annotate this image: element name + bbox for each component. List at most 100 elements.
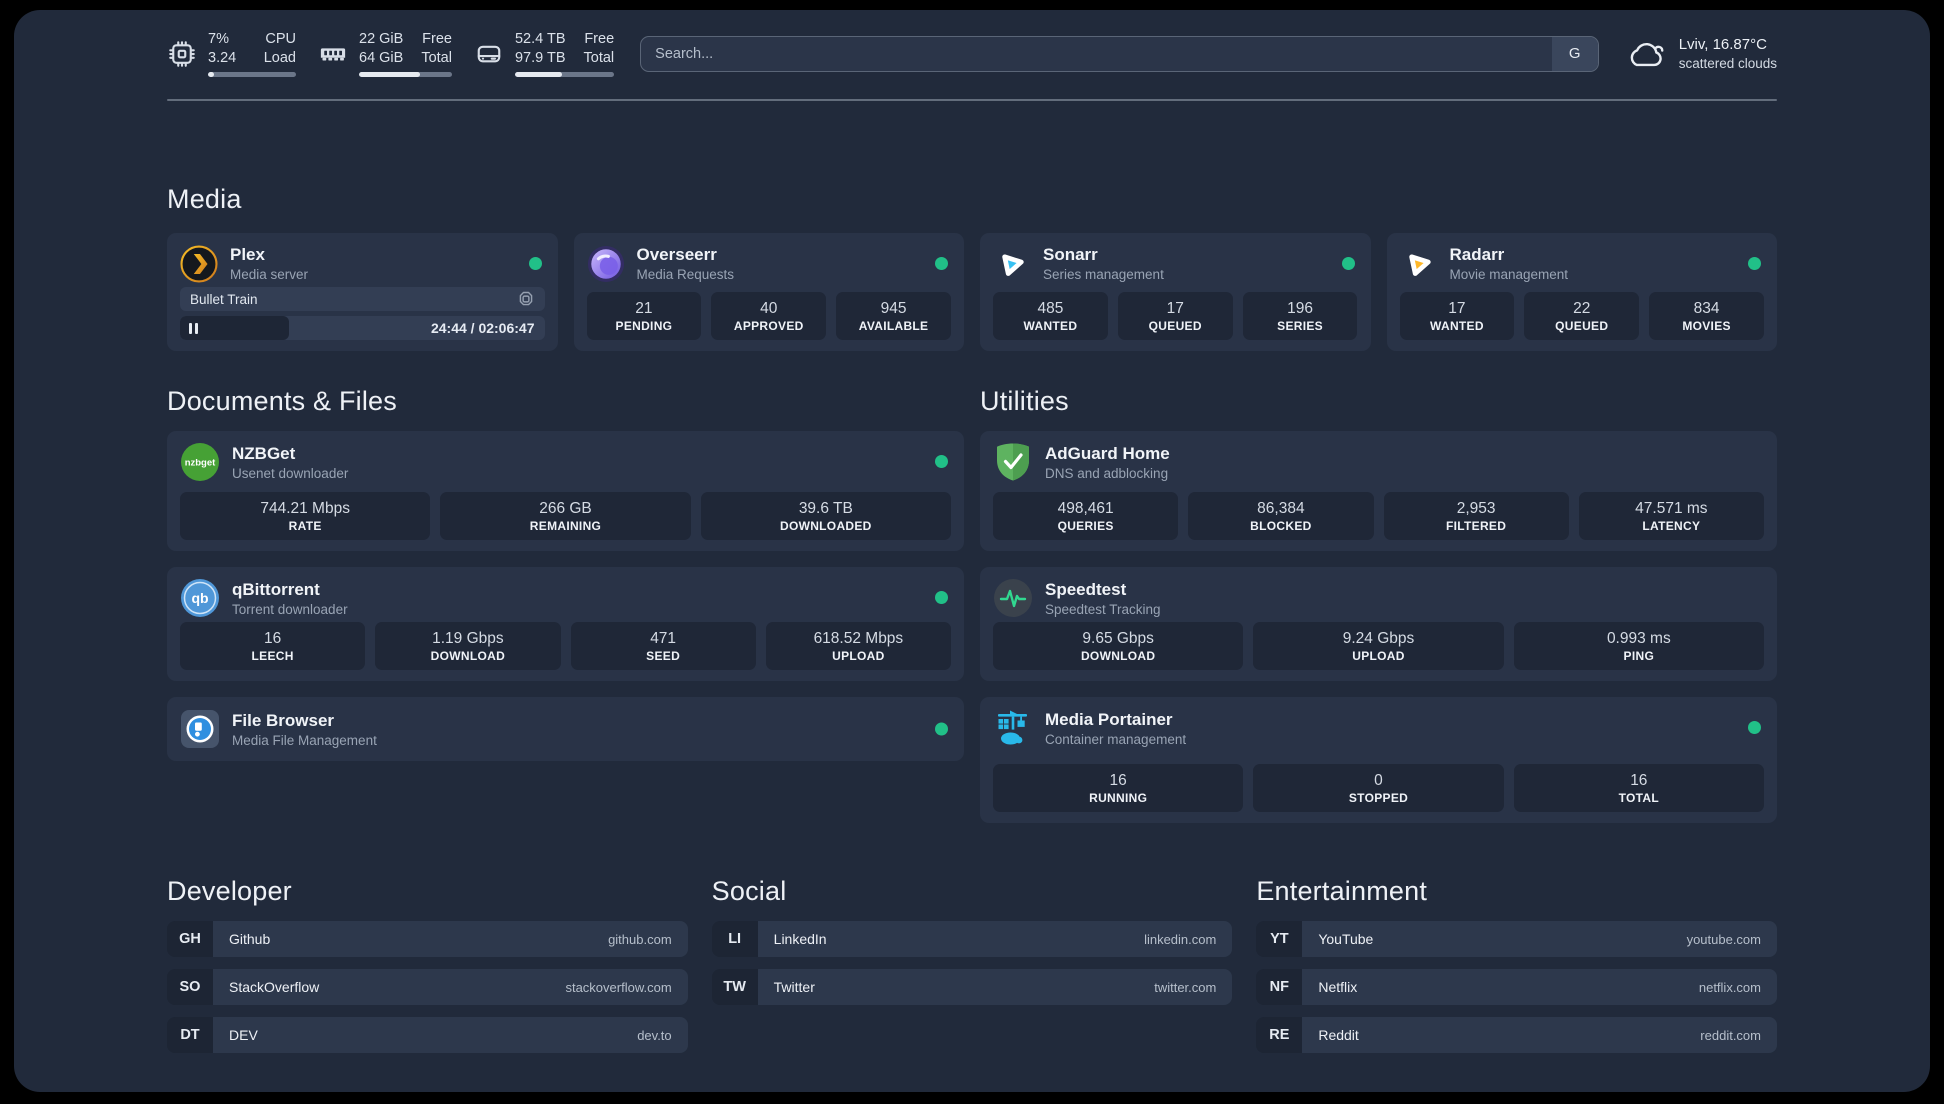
status-dot (935, 455, 948, 468)
stat-tile: 16 TOTAL (1513, 764, 1764, 812)
documents-column: Documents & Files nzbget NZBGet Usenet d… (167, 383, 964, 761)
service-card-nzbget[interactable]: nzbget NZBGet Usenet downloader 744.21 M… (167, 431, 964, 551)
stat-label: PENDING (615, 318, 673, 333)
playback-progress-row: 24:44 / 02:06:47 (180, 316, 545, 340)
playback-progress-bar[interactable] (180, 316, 290, 340)
service-name: Overseerr (636, 245, 717, 264)
topbar-divider (167, 99, 1777, 101)
stat-label: RATE (288, 518, 322, 533)
status-dot (1341, 257, 1355, 270)
svg-text:qb: qb (191, 590, 208, 606)
gear-icon[interactable] (517, 290, 535, 308)
stat-tile: 266 GB REMAINING (440, 492, 691, 540)
status-dot (935, 257, 948, 270)
bookmark-linkedin[interactable]: LI LinkedIn linkedin.com (711, 921, 1233, 957)
service-name: Radarr (1449, 245, 1505, 264)
stat-label: PING (1623, 648, 1655, 663)
stat-tile: 2,953 FILTERED (1383, 492, 1569, 540)
stat-value: 498,461 (1057, 499, 1114, 517)
service-name: Speedtest (1045, 579, 1127, 599)
service-card-sonarr[interactable]: Sonarr Series management 485 WANTED 17 Q… (980, 233, 1371, 351)
search-input[interactable] (641, 36, 1552, 71)
cpu-usage-value: 7% (208, 31, 229, 47)
bookmark-host: reddit.com (1700, 1027, 1761, 1043)
section-title-utilities: Utilities (980, 386, 1069, 416)
bookmark-netflix[interactable]: NF Netflix netflix.com (1256, 969, 1777, 1005)
weather-widget: Lviv, 16.87°C scattered clouds (1625, 35, 1777, 73)
stat-label: UPLOAD (832, 648, 885, 663)
stat-value: 17 (1166, 299, 1184, 317)
stat-tile: 40 APPROVED (711, 292, 827, 340)
status-dot (1748, 257, 1761, 270)
pause-icon[interactable] (189, 322, 192, 334)
bookmark-twitter[interactable]: TW Twitter twitter.com (711, 969, 1233, 1005)
stat-value: 0 (1374, 771, 1383, 789)
stat-tile: 498,461 QUERIES (993, 492, 1179, 540)
bookmark-stackoverflow[interactable]: SO StackOverflow stackoverflow.com (167, 969, 688, 1005)
stat-label: REMAINING (529, 518, 602, 533)
disk-icon (477, 45, 501, 62)
stat-tile: 485 WANTED (993, 292, 1108, 340)
bookmark-name: LinkedIn (773, 931, 827, 947)
bookmark-youtube[interactable]: YT YouTube youtube.com (1256, 921, 1777, 957)
stat-value: 9.24 Gbps (1342, 629, 1415, 647)
bookmark-group-developer: Developer GH Github github.com SO StackO… (167, 873, 688, 1053)
service-card-portainer[interactable]: Media Portainer Container management 16 … (980, 697, 1777, 823)
service-description: Series management (1043, 267, 1164, 282)
service-card-radarr[interactable]: Radarr Movie management 17 WANTED 22 QUE… (1386, 233, 1777, 351)
memory-total-value: 64 GiB (359, 50, 404, 66)
bookmark-host: twitter.com (1154, 979, 1217, 995)
nzbget-icon: nzbget (181, 443, 219, 481)
memory-free-value: 22 GiB (359, 31, 404, 47)
service-description: Container management (1045, 731, 1187, 747)
stat-tile: 1.19 Gbps DOWNLOAD (375, 622, 561, 670)
status-dot (935, 591, 948, 604)
bookmark-github[interactable]: GH Github github.com (167, 921, 688, 957)
stat-label: QUEUED (1148, 318, 1202, 333)
search-provider-button[interactable]: G (1551, 36, 1598, 71)
stat-tile: 17 WANTED (1399, 292, 1515, 340)
bookmark-abbr: TW (711, 969, 758, 1005)
service-card-overseerr[interactable]: Overseerr Media Requests 21 PENDING 40 A… (573, 233, 964, 351)
stat-tile: 744.21 Mbps RATE (180, 492, 431, 540)
stat-tile: 471 SEED (570, 622, 756, 670)
adguard-icon (997, 443, 1029, 481)
service-card-qbittorrent[interactable]: qb qBittorrent Torrent downloader 16 LEE… (167, 567, 964, 681)
service-description: Torrent downloader (232, 601, 348, 617)
radarr-icon (1408, 253, 1431, 276)
bookmark-dev[interactable]: DT DEV dev.to (167, 1017, 688, 1053)
disk-free-label: Free (584, 31, 615, 47)
pause-icon[interactable] (195, 322, 198, 334)
qbittorrent-icon: qb (181, 579, 219, 617)
resource-widgets: 7% 3.24 CPU Load 22 GiB 64 GiB Free Tota… (167, 30, 615, 77)
disk-total-label: Total (583, 50, 615, 66)
service-card-speedtest[interactable]: Speedtest Speedtest Tracking 9.65 Gbps D… (980, 567, 1777, 681)
stat-label: STOPPED (1348, 790, 1409, 805)
service-name: Media Portainer (1045, 709, 1173, 729)
stat-value: 196 (1287, 299, 1313, 317)
bookmark-reddit[interactable]: RE Reddit reddit.com (1256, 1017, 1777, 1053)
stat-tile: 945 AVAILABLE (836, 292, 951, 340)
stat-value: 266 GB (539, 499, 592, 517)
cpu-load-label: Load (263, 50, 296, 66)
portainer-icon (998, 710, 1027, 745)
stat-value: 834 (1693, 299, 1720, 317)
sonarr-icon (1002, 253, 1024, 276)
service-name: Plex (230, 245, 265, 264)
service-name: NZBGet (232, 443, 296, 463)
service-card-adguard[interactable]: AdGuard Home DNS and adblocking 498,461 … (980, 431, 1777, 551)
service-name: File Browser (232, 710, 335, 730)
utilities-column: Utilities AdGuard Home DNS and adblockin… (980, 383, 1777, 823)
stat-label: WANTED (1430, 318, 1484, 333)
stat-tile: 21 PENDING (586, 292, 702, 340)
service-card-plex[interactable]: Plex Media server Bullet Train 24:44 / 0… (167, 233, 558, 351)
stat-value: 2,953 (1456, 499, 1496, 517)
service-card-filebrowser[interactable]: File Browser Media File Management (167, 697, 964, 761)
stat-tile: 86,384 BLOCKED (1188, 492, 1374, 540)
stat-label: BLOCKED (1250, 518, 1312, 533)
stat-label: DOWNLOAD (430, 648, 506, 663)
cpu-load-value: 3.24 (208, 50, 237, 66)
section-title-entertainment: Entertainment (1256, 876, 1428, 906)
stat-label: WANTED (1023, 318, 1078, 333)
stat-label: MOVIES (1682, 318, 1731, 333)
